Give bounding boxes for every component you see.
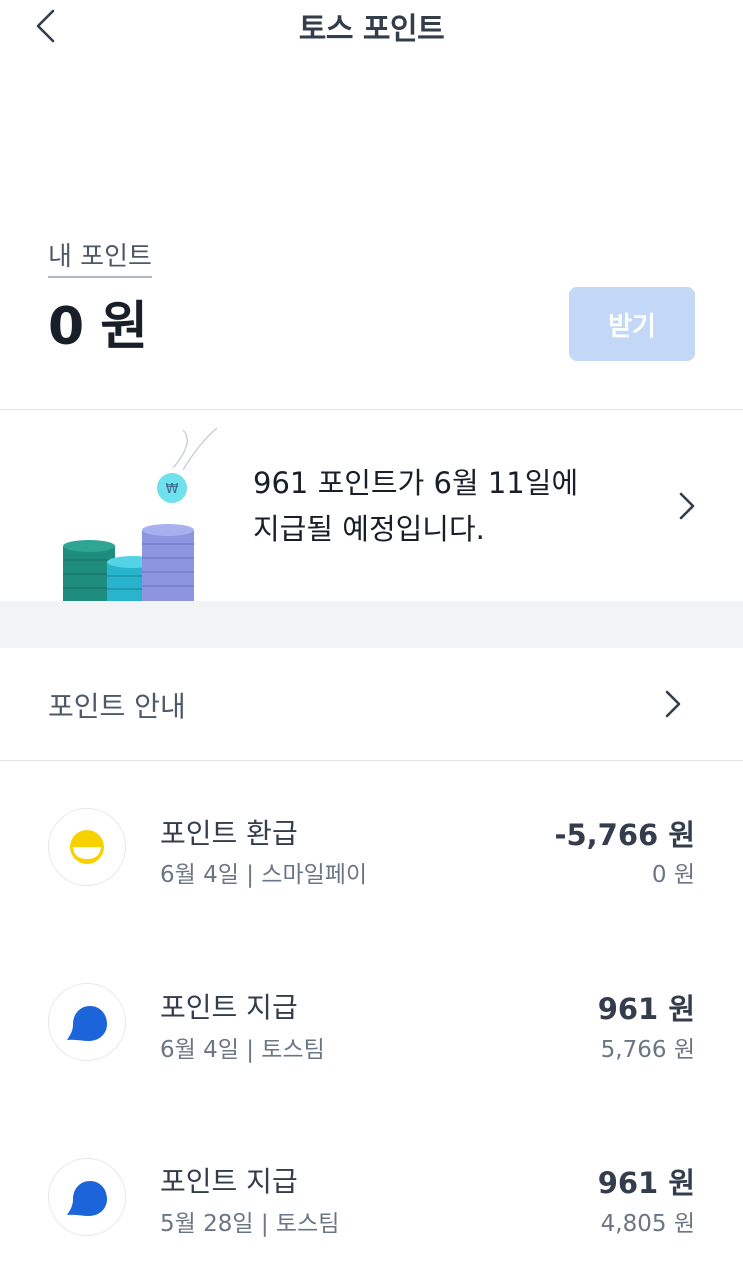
chevron-right-icon — [665, 690, 681, 718]
points-value: 0 원 — [48, 297, 148, 357]
receive-button[interactable]: 받기 — [569, 287, 695, 361]
transaction-amount: 961 원 — [597, 992, 695, 1026]
transaction-amount: 961 원 — [597, 1166, 695, 1200]
transaction-title: 포인트 환급 — [160, 817, 298, 850]
transaction-amount: -5,766 원 — [554, 818, 695, 852]
page-title: 토스 포인트 — [298, 12, 445, 47]
transaction-source: 토스팀 — [261, 1037, 325, 1063]
transaction-balance: 0 원 — [651, 862, 695, 888]
toss-icon — [48, 983, 126, 1061]
chevron-right-icon — [679, 492, 695, 520]
banner-message: 961 포인트가 6월 11일에 지급될 예정입니다. — [253, 460, 578, 552]
transaction-date: 6월 4일 — [160, 862, 239, 888]
transaction-date: 5월 28일 — [160, 1211, 254, 1237]
points-info-label: 포인트 안내 — [48, 690, 186, 723]
transaction-subtitle: 5월 28일 | 토스팀 — [160, 1211, 340, 1237]
transaction-title: 포인트 지급 — [160, 1165, 298, 1198]
transaction-date: 6월 4일 — [160, 1037, 239, 1063]
transaction-title: 포인트 지급 — [160, 991, 298, 1024]
transaction-source: 스마일페이 — [261, 862, 368, 888]
transaction-subtitle: 6월 4일 | 토스팀 — [160, 1037, 325, 1063]
section-separator — [0, 601, 743, 648]
banner-line-1: 961 포인트가 6월 11일에 — [253, 466, 579, 500]
banner-line-2: 지급될 예정입니다. — [253, 512, 485, 546]
transaction-balance: 4,805 원 — [600, 1211, 695, 1237]
transaction-balance: 5,766 원 — [600, 1037, 695, 1063]
transaction-source: 토스팀 — [275, 1211, 340, 1237]
toss-icon — [48, 1158, 126, 1236]
svg-text:₩: ₩ — [166, 482, 179, 497]
smilepay-icon — [48, 808, 126, 886]
my-points-label[interactable]: 내 포인트 — [48, 236, 152, 278]
transaction-subtitle: 6월 4일 | 스마일페이 — [160, 862, 368, 888]
coin-stack-illustration: ₩ — [63, 427, 218, 601]
